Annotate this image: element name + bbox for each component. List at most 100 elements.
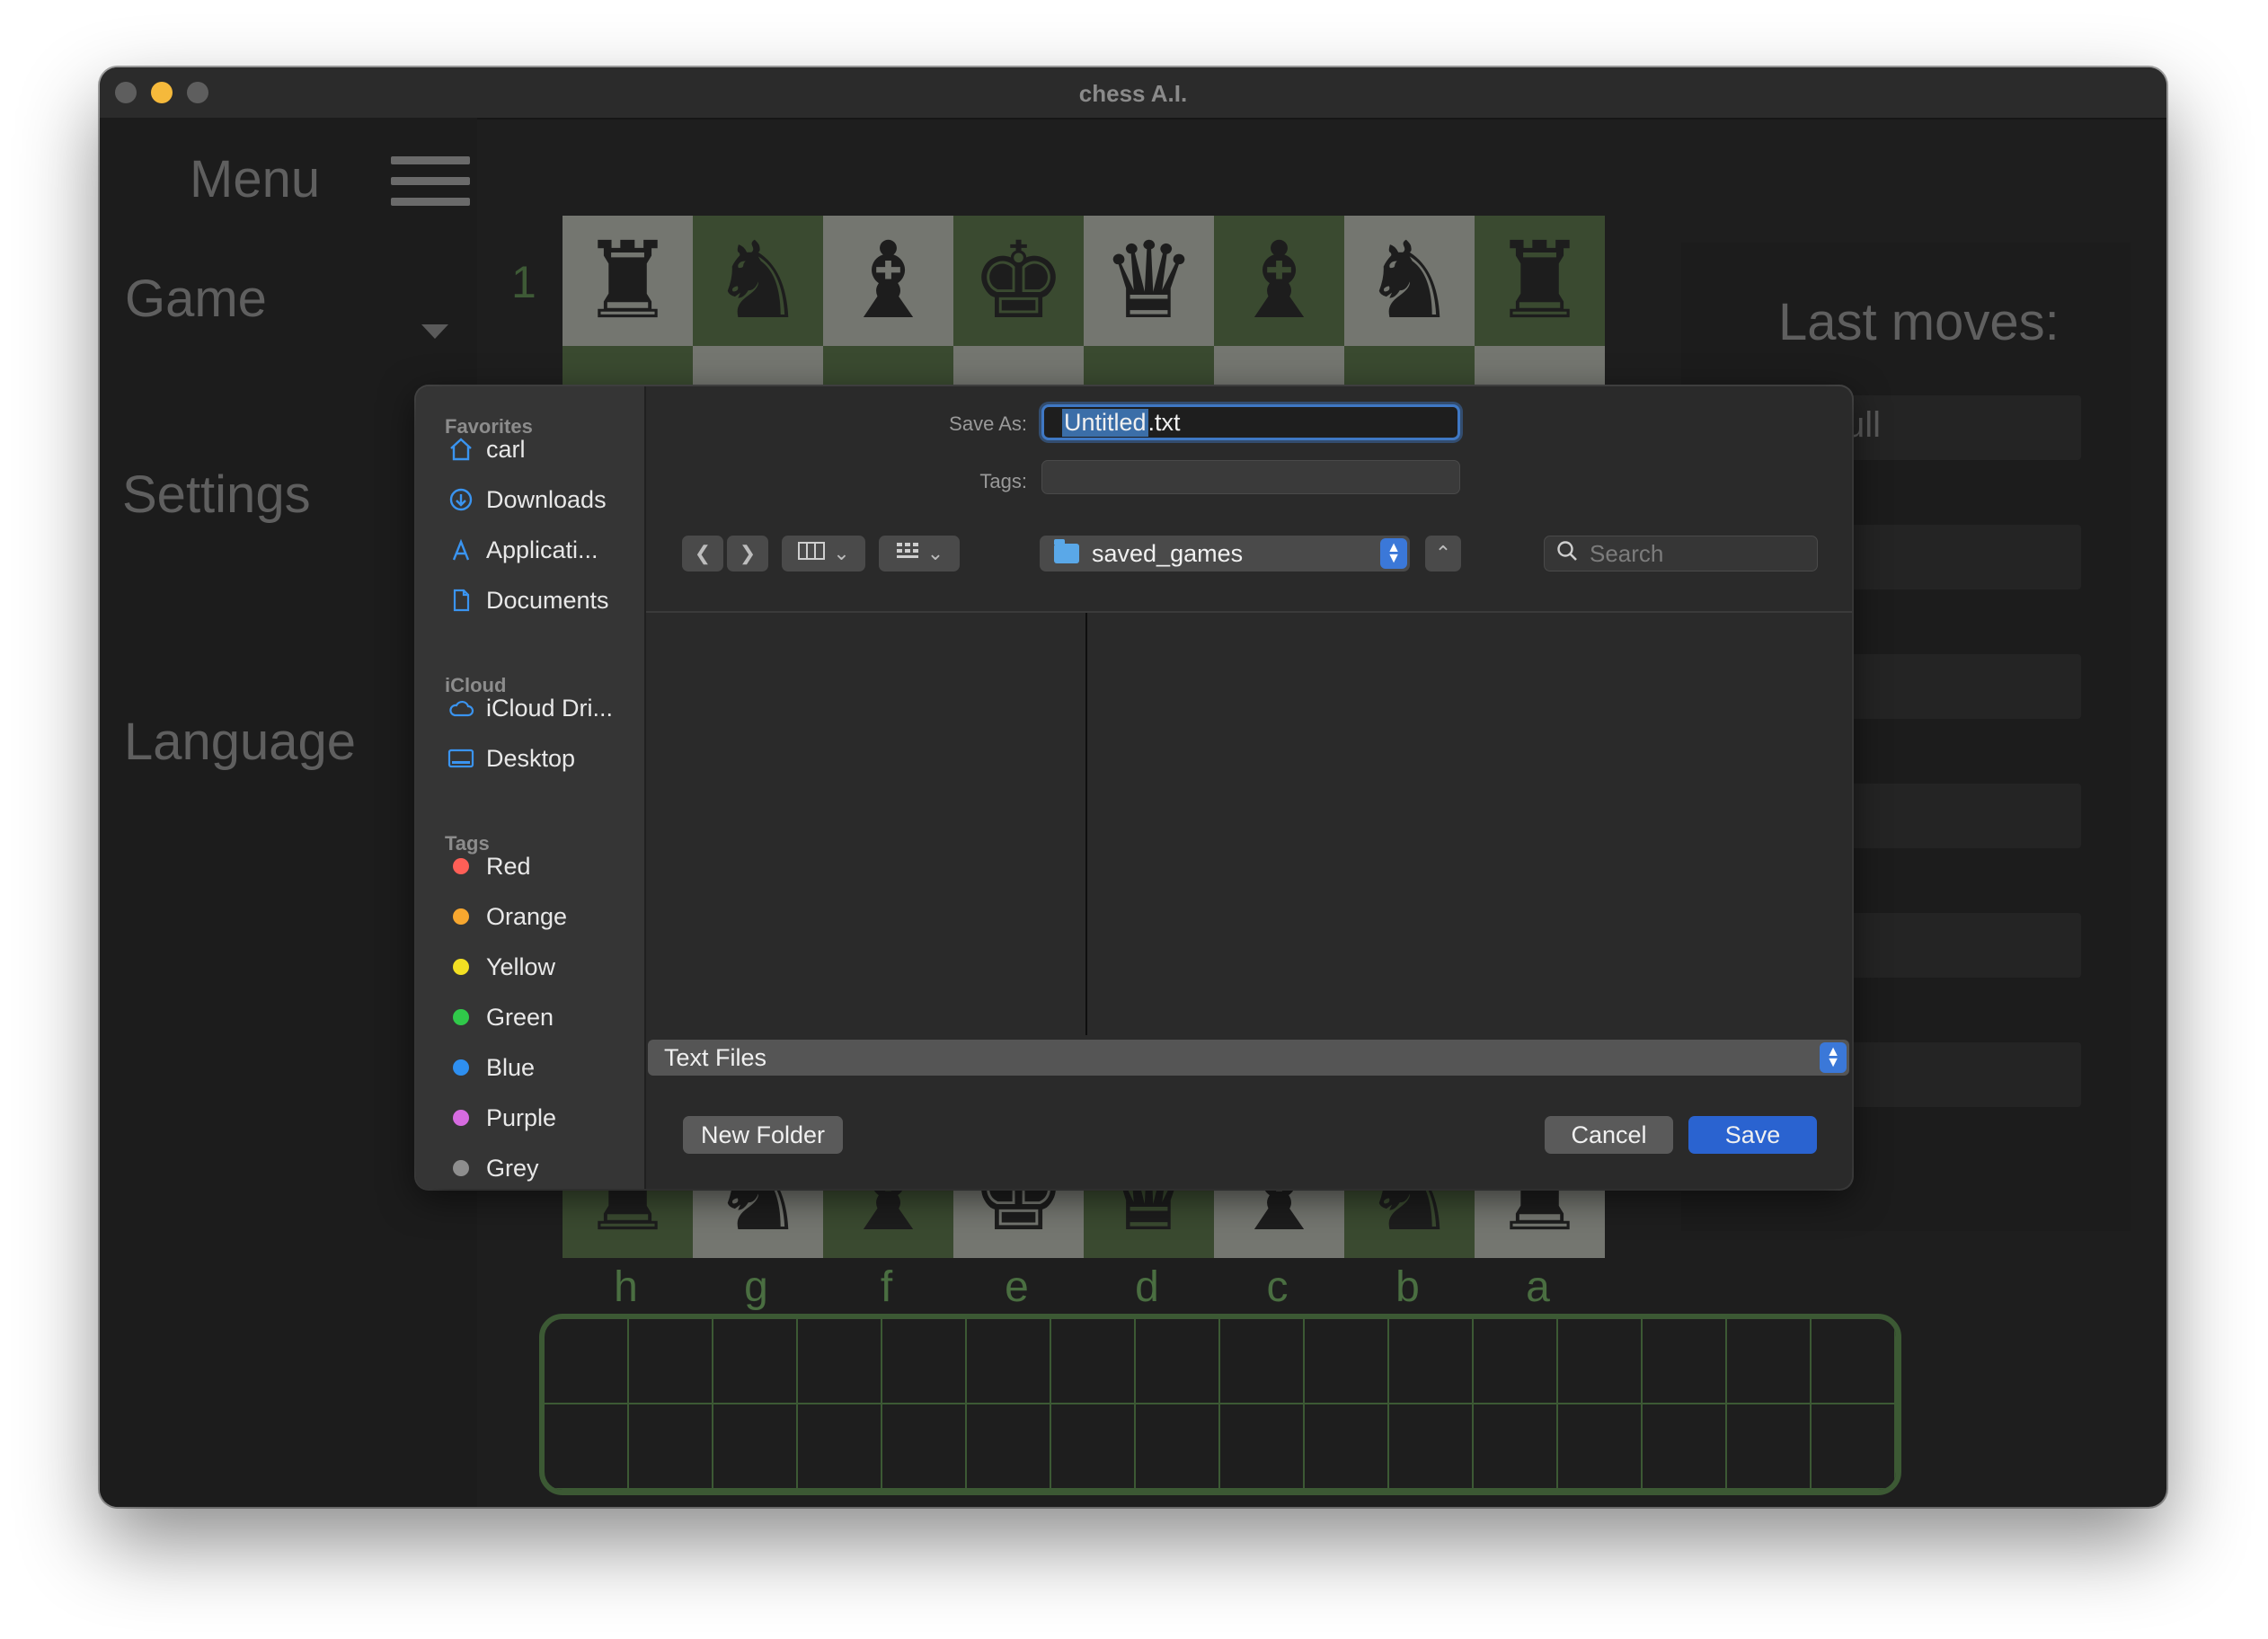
tag-color-dot-icon xyxy=(453,908,469,925)
cancel-button[interactable]: Cancel xyxy=(1545,1116,1673,1154)
new-folder-button[interactable]: New Folder xyxy=(683,1116,843,1154)
capture-slot xyxy=(1474,1404,1558,1490)
sidebar-item-carl[interactable]: carl xyxy=(445,430,526,469)
board-square[interactable]: ♝ xyxy=(1214,216,1344,346)
tag-color-dot-icon xyxy=(453,1160,469,1176)
tag-label: Red xyxy=(486,852,531,880)
board-square[interactable]: ♛ xyxy=(1084,216,1214,346)
save-button[interactable]: Save xyxy=(1688,1116,1817,1154)
popup-stepper-icon: ▲ ▼ xyxy=(1820,1042,1847,1073)
tag-label: Blue xyxy=(486,1053,536,1081)
tag-red[interactable]: Red xyxy=(445,846,531,886)
grid-icon xyxy=(895,541,920,566)
location-name: saved_games xyxy=(1092,539,1244,567)
captured-pieces-tray xyxy=(539,1314,1901,1495)
file-browser[interactable] xyxy=(646,611,1852,1035)
capture-slot xyxy=(798,1319,882,1404)
sidebar-item-downloads[interactable]: Downloads xyxy=(445,480,607,519)
group-view-button[interactable]: ⌄ xyxy=(879,536,960,571)
board-square[interactable]: ♝ xyxy=(823,216,953,346)
sidebar-item-icloud-drive[interactable]: iCloud Dri... xyxy=(445,688,613,728)
sidebar-item-desktop[interactable]: Desktop xyxy=(445,739,575,778)
capture-slot xyxy=(713,1319,798,1404)
capture-slot xyxy=(545,1319,629,1404)
back-button[interactable]: ❮ xyxy=(682,536,723,571)
capture-slot xyxy=(1389,1319,1474,1404)
column-view-button[interactable]: ⌄ xyxy=(782,536,865,571)
capture-slot xyxy=(713,1404,798,1490)
chevron-up-icon: ⌃ xyxy=(1434,542,1452,564)
tag-color-dot-icon xyxy=(453,858,469,874)
board-square[interactable]: ♚ xyxy=(953,216,1084,346)
hamburger-menu-icon[interactable] xyxy=(391,156,470,218)
filename-selected-text: Untitled xyxy=(1062,408,1148,437)
rank-label: 1 xyxy=(511,257,536,307)
chess-piece-icon[interactable]: ♛ xyxy=(1084,216,1214,346)
sidebar-item-label: carl xyxy=(486,435,526,463)
capture-slot xyxy=(1136,1404,1220,1490)
board-square[interactable]: ♞ xyxy=(693,216,823,346)
tag-purple[interactable]: Purple xyxy=(445,1098,556,1138)
location-popup[interactable]: saved_games ▲ ▼ xyxy=(1040,536,1410,571)
file-label: d xyxy=(1135,1263,1159,1311)
column-divider[interactable] xyxy=(1085,613,1087,1035)
tags-input[interactable] xyxy=(1041,460,1460,494)
chess-piece-icon[interactable]: ♞ xyxy=(1344,216,1475,346)
menu-item-settings[interactable]: Settings xyxy=(122,465,311,525)
chess-piece-icon[interactable]: ♜ xyxy=(563,216,693,346)
filename-input[interactable]: Untitled .txt xyxy=(1041,404,1460,440)
download-icon xyxy=(445,483,477,516)
collapse-button[interactable]: ⌃ xyxy=(1425,536,1461,571)
menu-item-game[interactable]: Game xyxy=(125,269,267,329)
file-type-label: Text Files xyxy=(664,1043,767,1071)
board-square[interactable]: ♜ xyxy=(563,216,693,346)
capture-slot xyxy=(1643,1404,1727,1490)
applications-icon xyxy=(445,534,477,566)
capture-slot xyxy=(1136,1319,1220,1404)
tag-green[interactable]: Green xyxy=(445,997,554,1037)
window-title: chess A.I. xyxy=(1078,80,1188,107)
capture-slot xyxy=(967,1404,1051,1490)
tag-color-dot-icon xyxy=(453,959,469,975)
capture-slot xyxy=(1474,1319,1558,1404)
forward-button[interactable]: ❯ xyxy=(727,536,768,571)
document-icon xyxy=(445,584,477,616)
file-label: c xyxy=(1266,1263,1289,1311)
chess-piece-icon[interactable]: ♜ xyxy=(1475,216,1605,346)
chess-piece-icon[interactable]: ♚ xyxy=(953,216,1084,346)
capture-slot xyxy=(629,1404,713,1490)
dialog-sidebar: Favorites carl Downloads Applicati... Do… xyxy=(416,386,646,1189)
board-square[interactable]: ♜ xyxy=(1475,216,1605,346)
chess-piece-icon[interactable]: ♝ xyxy=(1214,216,1344,346)
file-label: a xyxy=(1526,1263,1550,1311)
tag-label: Grey xyxy=(486,1154,539,1182)
sidebar-item-applications[interactable]: Applicati... xyxy=(445,530,598,570)
chevron-down-icon[interactable] xyxy=(421,324,448,339)
capture-slot xyxy=(1643,1319,1727,1404)
tag-label: Green xyxy=(486,1003,554,1031)
capture-slot xyxy=(1727,1404,1812,1490)
chevron-right-icon: ❯ xyxy=(739,542,757,564)
tag-orange[interactable]: Orange xyxy=(445,897,567,936)
file-type-popup[interactable]: Text Files ▲ ▼ xyxy=(648,1040,1849,1076)
file-label: h xyxy=(614,1263,638,1311)
search-input[interactable]: Search xyxy=(1544,536,1818,571)
sidebar-item-documents[interactable]: Documents xyxy=(445,580,609,620)
capture-slot xyxy=(1051,1404,1136,1490)
capture-slot xyxy=(1389,1404,1474,1490)
capture-slot xyxy=(545,1404,629,1490)
tag-grey[interactable]: Grey xyxy=(445,1148,539,1188)
chess-piece-icon[interactable]: ♞ xyxy=(693,216,823,346)
capture-slot xyxy=(798,1404,882,1490)
menu-item-language[interactable]: Language xyxy=(124,712,356,772)
tag-blue[interactable]: Blue xyxy=(445,1048,535,1087)
tag-yellow[interactable]: Yellow xyxy=(445,947,555,987)
tag-color-dot-icon xyxy=(453,1110,469,1126)
chevron-down-icon: ⌄ xyxy=(833,542,850,564)
menu-title: Menu xyxy=(190,150,321,208)
board-square[interactable]: ♞ xyxy=(1344,216,1475,346)
capture-slot xyxy=(1305,1319,1389,1404)
filename-extension: .txt xyxy=(1147,408,1181,436)
chess-piece-icon[interactable]: ♝ xyxy=(823,216,953,346)
capture-slot xyxy=(882,1319,967,1404)
